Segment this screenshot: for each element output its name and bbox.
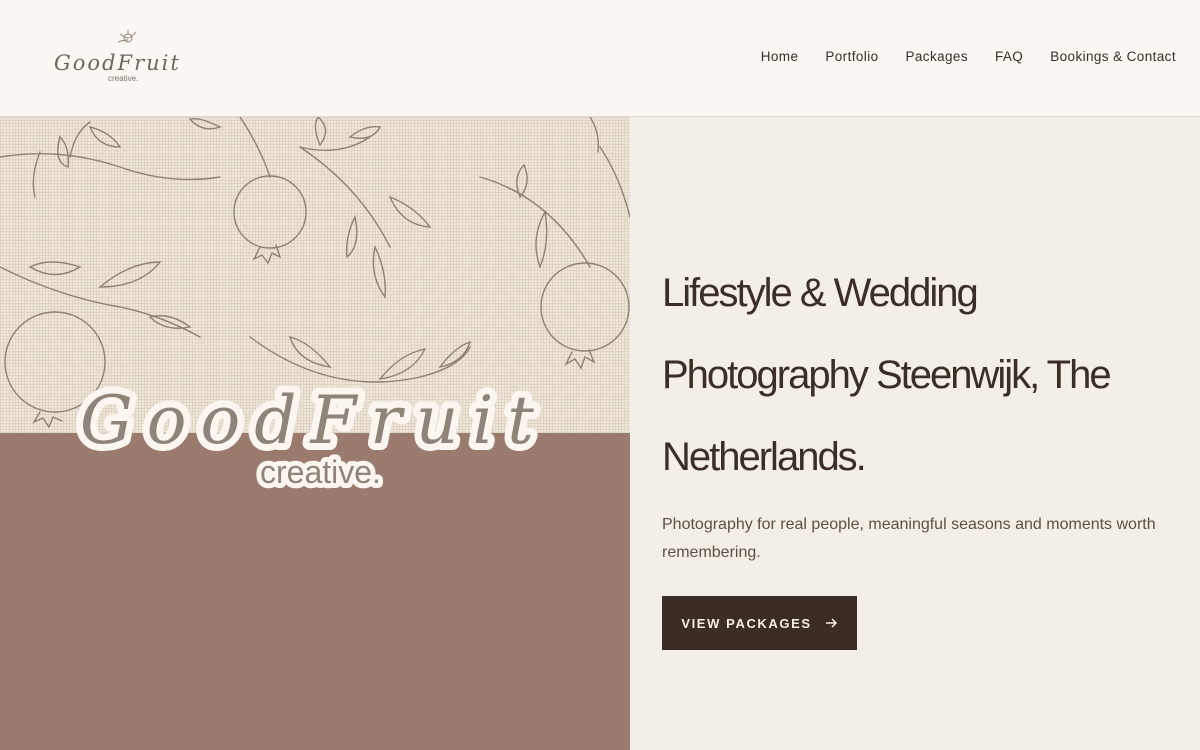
headline-line-1: Lifestyle & Wedding	[662, 271, 979, 315]
arrow-right-icon	[825, 618, 837, 628]
site-header: GoodFruit creative. Home Portfolio Packa…	[0, 0, 1200, 117]
sprig-icon	[117, 30, 137, 43]
site-logo[interactable]: GoodFruit creative.	[50, 26, 205, 86]
hero-content: Lifestyle & Wedding Photography Steenwij…	[630, 117, 1200, 750]
nav-portfolio[interactable]: Portfolio	[825, 49, 878, 64]
view-packages-label: VIEW PACKAGES	[681, 615, 812, 631]
hero-image: GoodFruit GoodFruit creative. creative.	[0, 117, 630, 750]
logo-script-text: GoodFruit	[54, 51, 181, 75]
logo-sub-text: creative.	[108, 74, 138, 83]
hero-headline: Lifestyle & Wedding Photography Steenwij…	[662, 252, 1182, 498]
main-nav: Home Portfolio Packages FAQ Bookings & C…	[734, 49, 1176, 64]
goodfruit-logo-large: GoodFruit GoodFruit creative. creative.	[73, 375, 548, 495]
nav-home[interactable]: Home	[761, 49, 799, 64]
hero-subtext: Photography for real people, meaningful …	[662, 516, 1156, 561]
headline-line-2: Photography Steenwijk, The	[662, 353, 1112, 397]
headline-line-3: Netherlands.	[662, 435, 867, 479]
svg-text:GoodFruit: GoodFruit	[80, 382, 548, 459]
nav-packages[interactable]: Packages	[906, 49, 969, 64]
nav-faq[interactable]: FAQ	[995, 49, 1023, 64]
nav-bookings-contact[interactable]: Bookings & Contact	[1050, 49, 1176, 64]
svg-text:creative.: creative.	[260, 454, 381, 490]
view-packages-button[interactable]: VIEW PACKAGES	[662, 596, 857, 650]
